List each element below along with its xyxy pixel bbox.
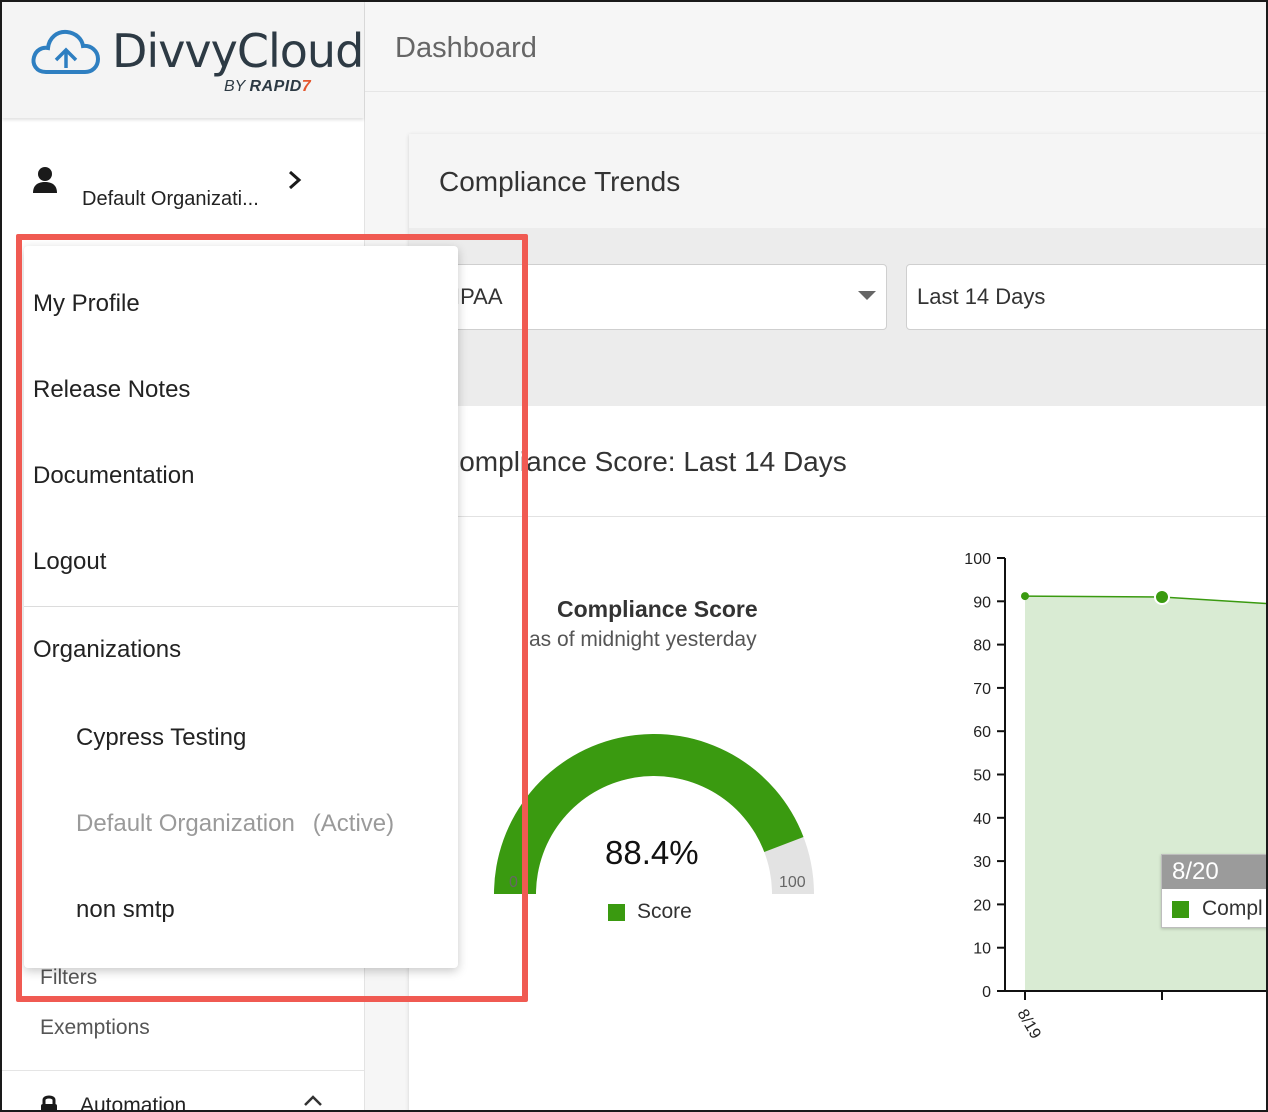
score-gauge — [494, 733, 814, 894]
person-icon — [33, 167, 57, 193]
area-fill — [1025, 596, 1266, 991]
gauge-min-label: 0 — [509, 874, 518, 891]
chevron-right-icon — [289, 170, 302, 190]
tooltip-header: 8/20 — [1162, 855, 1266, 889]
trend-chart: 0 10 20 30 40 50 60 70 80 90 100 8/19 — [964, 551, 1266, 1043]
section-divider — [409, 516, 1266, 517]
sidebar-divider — [2, 1070, 364, 1071]
legend-label[interactable]: Score — [637, 900, 692, 924]
compliance-trends-card: Compliance Trends IPAA Last 14 Days Comp… — [409, 134, 1266, 1110]
y-tick-label: 30 — [973, 854, 991, 871]
date-range-select[interactable]: Last 14 Days — [906, 264, 1266, 330]
brand-rapid: RAPID — [249, 78, 302, 95]
org-switcher[interactable]: Default Organizati... — [2, 142, 364, 232]
topbar: Dashboard — [365, 2, 1266, 92]
current-org-name: Default Organizati... — [82, 188, 259, 210]
menu-divider — [24, 606, 458, 607]
card-header: Compliance Trends — [409, 134, 1266, 228]
menu-org-non-smtp[interactable]: non smtp — [76, 896, 175, 924]
sidebar-item-filters[interactable]: Filters — [40, 966, 97, 990]
caret-down-icon — [858, 291, 876, 300]
date-range-value: Last 14 Days — [917, 284, 1046, 309]
active-tag: (Active) — [312, 810, 395, 837]
brand-byline: BY RAPID7 — [224, 78, 311, 96]
menu-item-release-notes[interactable]: Release Notes — [33, 376, 190, 404]
data-point-hovered — [1154, 588, 1170, 605]
brand-name: DivvyCloud — [112, 24, 364, 78]
y-tick-label: 80 — [973, 638, 991, 655]
tooltip-date: 8/20 — [1172, 858, 1219, 885]
filter-bar: IPAA Last 14 Days — [409, 228, 1266, 406]
gauge-title: Compliance Score — [557, 596, 758, 622]
y-tick-label: 50 — [973, 768, 991, 785]
legend-swatch — [608, 904, 625, 921]
main-content: Dashboard Compliance Trends IPAA Last 14… — [365, 2, 1266, 1110]
x-tick-label: 8/19 — [1014, 1007, 1044, 1043]
brand-by: BY — [224, 78, 246, 95]
y-tick-label: 60 — [973, 724, 991, 741]
score-section-title: Compliance Score: Last 14 Days — [439, 446, 847, 477]
menu-item-documentation[interactable]: Documentation — [33, 462, 194, 490]
sidebar-item-exemptions[interactable]: Exemptions — [40, 1016, 150, 1040]
menu-organizations-heading: Organizations — [33, 636, 182, 663]
sidebar-item-automation[interactable]: Automation — [80, 1094, 186, 1110]
y-tick-label: 100 — [964, 551, 991, 568]
y-tick-label: 0 — [982, 984, 991, 1001]
menu-item-my-profile[interactable]: My Profile — [33, 290, 140, 318]
user-menu: My Profile Release Notes Documentation L… — [24, 246, 458, 968]
gauge-subtitle: as of midnight yesterday — [529, 628, 757, 651]
y-tick-label: 20 — [973, 897, 991, 914]
gauge-max-label: 100 — [779, 874, 806, 891]
compliance-pack-select[interactable]: IPAA — [409, 264, 887, 330]
gauge-value: 88.4% — [605, 834, 699, 871]
lock-icon — [41, 1095, 57, 1110]
y-tick-label: 40 — [973, 811, 991, 828]
tooltip-series-label: Compl — [1202, 897, 1263, 920]
menu-org-default-organization: Default Organization (Active) — [76, 810, 394, 838]
chevron-up-icon[interactable] — [302, 1092, 324, 1108]
y-tick-label: 70 — [973, 681, 991, 698]
y-tick-label: 90 — [973, 594, 991, 611]
menu-org-default-label: Default Organization — [76, 810, 295, 837]
app-window: DivvyCloud BY RAPID7 Default Organizati.… — [0, 0, 1268, 1112]
page-title: Dashboard — [395, 32, 537, 64]
logo-area[interactable]: DivvyCloud BY RAPID7 — [2, 2, 364, 118]
cloud-logo-icon — [31, 29, 101, 74]
y-tick-label: 10 — [973, 941, 991, 958]
menu-item-logout[interactable]: Logout — [33, 548, 106, 576]
chart-tooltip: 8/20 Compl — [1161, 854, 1266, 928]
compliance-pack-value: IPAA — [454, 284, 503, 309]
tooltip-swatch — [1172, 901, 1189, 918]
menu-org-cypress-testing[interactable]: Cypress Testing — [76, 724, 246, 752]
card-title: Compliance Trends — [439, 166, 681, 197]
brand-seven: 7 — [301, 78, 311, 95]
data-point — [1021, 592, 1029, 601]
